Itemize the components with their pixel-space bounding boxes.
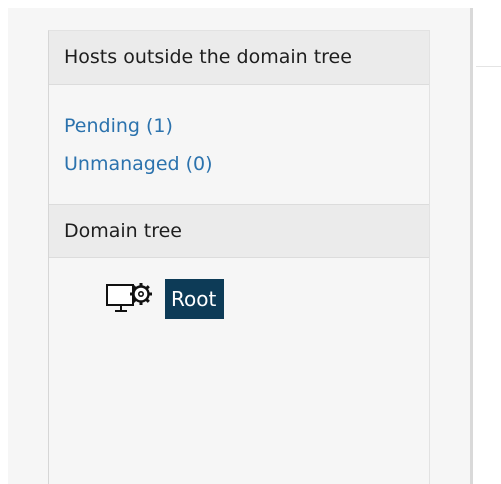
pending-hosts-link[interactable]: Pending (1) <box>64 113 173 139</box>
console-page: Hosts outside the domain tree Pending (1… <box>0 0 501 484</box>
section-header-domain-tree: Domain tree <box>49 204 429 258</box>
content-pane-divider <box>476 66 501 67</box>
content-pane <box>470 8 501 484</box>
managed-host-gear-icon <box>105 283 159 319</box>
section-header-hosts-outside: Hosts outside the domain tree <box>49 31 429 85</box>
host-tree-panel: Hosts outside the domain tree Pending (1… <box>48 30 430 484</box>
unmanaged-hosts-link[interactable]: Unmanaged (0) <box>64 151 213 177</box>
tree-node-root-label[interactable]: Root <box>165 279 225 319</box>
